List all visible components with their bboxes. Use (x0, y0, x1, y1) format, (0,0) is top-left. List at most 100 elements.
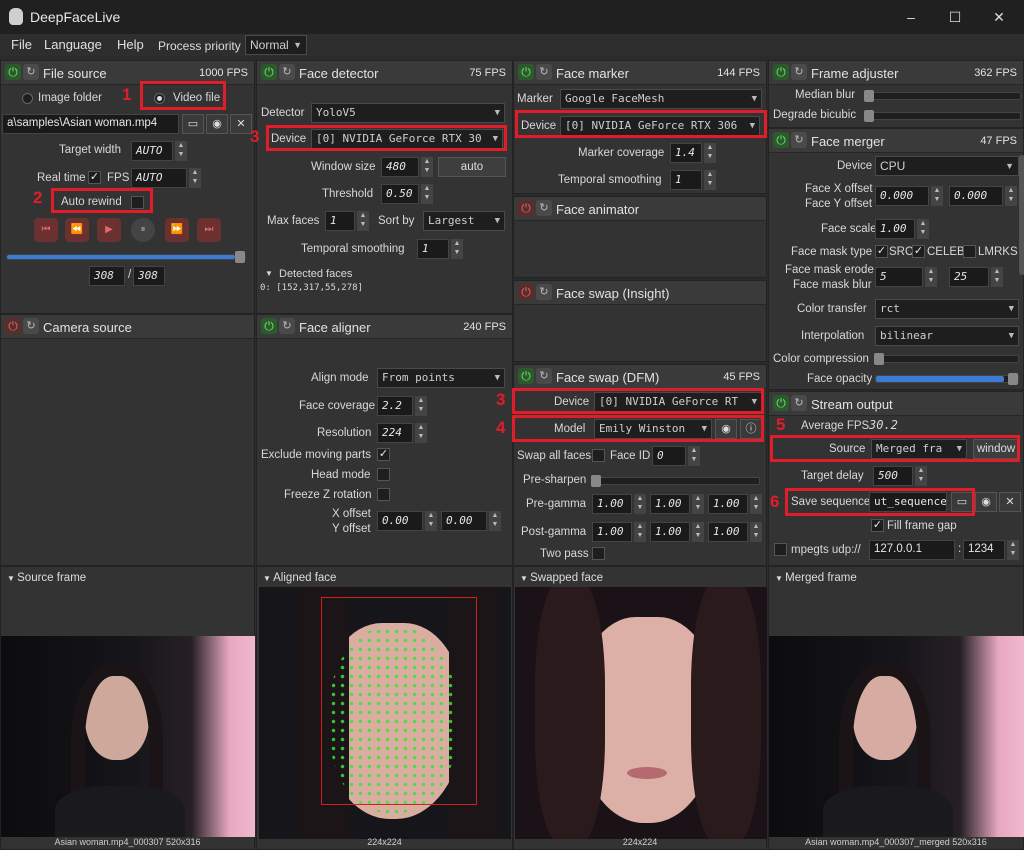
window-size-input[interactable]: 480 (381, 157, 419, 177)
face-x-offset-input[interactable]: 0.000 (875, 186, 929, 206)
pregamma-r-input[interactable]: 1.00 (592, 494, 632, 514)
face-id-input[interactable]: 0 (652, 446, 686, 466)
refresh-icon[interactable]: ↻ (791, 132, 807, 148)
refresh-icon[interactable]: ↻ (536, 284, 552, 300)
face-id-stepper[interactable]: ▲ ▼ (688, 446, 700, 466)
collapse-icon[interactable]: ▼ (520, 574, 530, 583)
mask-erode-stepper[interactable]: ▲ ▼ (925, 267, 937, 287)
face-scale-stepper[interactable]: ▲ ▼ (917, 219, 929, 239)
postgamma-r-input[interactable]: 1.00 (592, 522, 632, 542)
sort-by-select[interactable]: Largest ▼ (423, 211, 505, 231)
refresh-icon[interactable]: ↻ (536, 200, 552, 216)
max-faces-input[interactable]: 1 (325, 211, 355, 231)
video-file-radio[interactable] (154, 93, 165, 104)
play-button[interactable]: ▶ (97, 218, 121, 242)
pregamma-b-input[interactable]: 1.00 (708, 494, 748, 514)
stream-source-select[interactable]: Merged fra ▼ (871, 439, 967, 459)
pregamma-g-stepper[interactable]: ▲ ▼ (692, 494, 704, 514)
power-icon[interactable]: ⏻ (518, 200, 534, 216)
target-width-stepper[interactable]: ▲ ▼ (175, 141, 187, 161)
collapse-icon[interactable]: ▼ (775, 574, 785, 583)
eye-icon[interactable]: ◉ (975, 492, 997, 512)
pause-button[interactable]: ⏸ (131, 218, 155, 242)
refresh-icon[interactable]: ↻ (791, 395, 807, 411)
menu-file[interactable]: File (11, 37, 32, 52)
mask-erode-input[interactable]: 5 (875, 267, 923, 287)
refresh-icon[interactable]: ↻ (279, 318, 295, 334)
seek-back-button[interactable]: ⏪ (65, 218, 89, 242)
threshold-stepper[interactable]: ▲ ▼ (421, 184, 433, 204)
mask-src-checkbox[interactable]: ✓ (875, 245, 888, 258)
head-mode-checkbox[interactable] (377, 468, 390, 481)
eye-icon[interactable]: ◉ (715, 419, 737, 439)
marker-coverage-stepper[interactable]: ▲ ▼ (704, 143, 716, 163)
pregamma-r-stepper[interactable]: ▲ ▼ (634, 494, 646, 514)
face-coverage-input[interactable]: 2.2 (377, 396, 413, 416)
minimize-button[interactable]: – (900, 6, 922, 28)
panel-scrollbar[interactable] (1019, 155, 1024, 275)
fps-input[interactable]: AUTO (131, 168, 187, 188)
face-y-offset-stepper[interactable]: ▲ ▼ (1005, 186, 1017, 206)
postgamma-r-stepper[interactable]: ▲ ▼ (634, 522, 646, 542)
eye-icon[interactable]: ◉ (206, 114, 228, 134)
power-icon[interactable]: ⏻ (773, 395, 789, 411)
power-icon[interactable]: ⏻ (518, 284, 534, 300)
close-icon[interactable]: ✕ (999, 492, 1021, 512)
target-delay-input[interactable]: 500 (873, 466, 913, 486)
presharpen-slider[interactable] (591, 475, 760, 487)
pregamma-b-stepper[interactable]: ▲ ▼ (750, 494, 762, 514)
power-icon[interactable]: ⏻ (5, 318, 21, 334)
marker-device-select[interactable]: [0] NVIDIA GeForce RTX 306 ▼ (560, 116, 760, 136)
resolution-stepper[interactable]: ▲ ▼ (415, 423, 427, 443)
close-window-button[interactable]: ✕ (988, 6, 1010, 28)
mask-lmrks-checkbox[interactable] (963, 245, 976, 258)
degrade-bicubic-knob[interactable] (864, 110, 874, 122)
face-coverage-stepper[interactable]: ▲ ▼ (415, 396, 427, 416)
x-offset-stepper[interactable]: ▲ ▼ (425, 511, 437, 531)
process-priority-select[interactable]: Normal ▼ (245, 35, 307, 55)
fill-frame-gap-checkbox[interactable]: ✓ (871, 519, 884, 532)
detector-device-select[interactable]: [0] NVIDIA GeForce RTX 30 ▼ (311, 129, 503, 149)
refresh-icon[interactable]: ↻ (279, 64, 295, 80)
pregamma-g-input[interactable]: 1.00 (650, 494, 690, 514)
merger-device-select[interactable]: CPU ▼ (875, 156, 1019, 176)
model-select[interactable]: Emily Winston ▼ (594, 419, 712, 439)
window-button[interactable]: window (973, 439, 1019, 459)
temporal-smoothing-input[interactable]: 1 (417, 239, 449, 259)
mask-blur-stepper[interactable]: ▲ ▼ (991, 267, 1003, 287)
seek-forward-button[interactable]: ⏩ (165, 218, 189, 242)
refresh-icon[interactable]: ↻ (23, 64, 39, 80)
refresh-icon[interactable]: ↻ (536, 368, 552, 384)
realtime-checkbox[interactable]: ✓ (88, 171, 101, 184)
close-icon[interactable]: ✕ (230, 114, 252, 134)
median-blur-slider[interactable] (864, 90, 1021, 102)
save-sequence-path-input[interactable]: ut_sequence (869, 492, 947, 512)
mpegts-ip-input[interactable]: 127.0.0.1 (869, 540, 955, 560)
marker-select[interactable]: Google FaceMesh ▼ (560, 89, 762, 109)
refresh-icon[interactable]: ↻ (23, 318, 39, 334)
face-opacity-slider[interactable] (875, 373, 1019, 385)
folder-icon[interactable]: ▭ (182, 114, 204, 134)
mpegts-port-stepper[interactable]: ▲ ▼ (1007, 540, 1019, 560)
swap-device-select[interactable]: [0] NVIDIA GeForce RT ▼ (594, 392, 762, 412)
face-opacity-knob[interactable] (1008, 373, 1018, 385)
y-offset-stepper[interactable]: ▲ ▼ (489, 511, 501, 531)
degrade-bicubic-slider[interactable] (864, 110, 1021, 122)
maximize-button[interactable]: ☐ (944, 6, 966, 28)
info-icon[interactable]: ⓘ (740, 419, 762, 439)
presharpen-knob[interactable] (591, 475, 601, 487)
align-mode-select[interactable]: From points ▼ (377, 368, 505, 388)
postgamma-b-input[interactable]: 1.00 (708, 522, 748, 542)
marker-temporal-stepper[interactable]: ▲ ▼ (704, 170, 716, 190)
color-transfer-select[interactable]: rct ▼ (875, 299, 1019, 319)
exclude-moving-parts-checkbox[interactable]: ✓ (377, 448, 390, 461)
swap-all-faces-checkbox[interactable] (592, 449, 605, 462)
y-offset-input[interactable]: 0.00 (441, 511, 487, 531)
x-offset-input[interactable]: 0.00 (377, 511, 423, 531)
power-icon[interactable]: ⏻ (773, 64, 789, 80)
detector-select[interactable]: YoloV5 ▼ (311, 103, 505, 123)
marker-coverage-input[interactable]: 1.4 (670, 143, 702, 163)
color-compression-slider[interactable] (874, 353, 1019, 365)
mask-blur-input[interactable]: 25 (949, 267, 989, 287)
frame-current-input[interactable]: 308 (89, 266, 125, 286)
